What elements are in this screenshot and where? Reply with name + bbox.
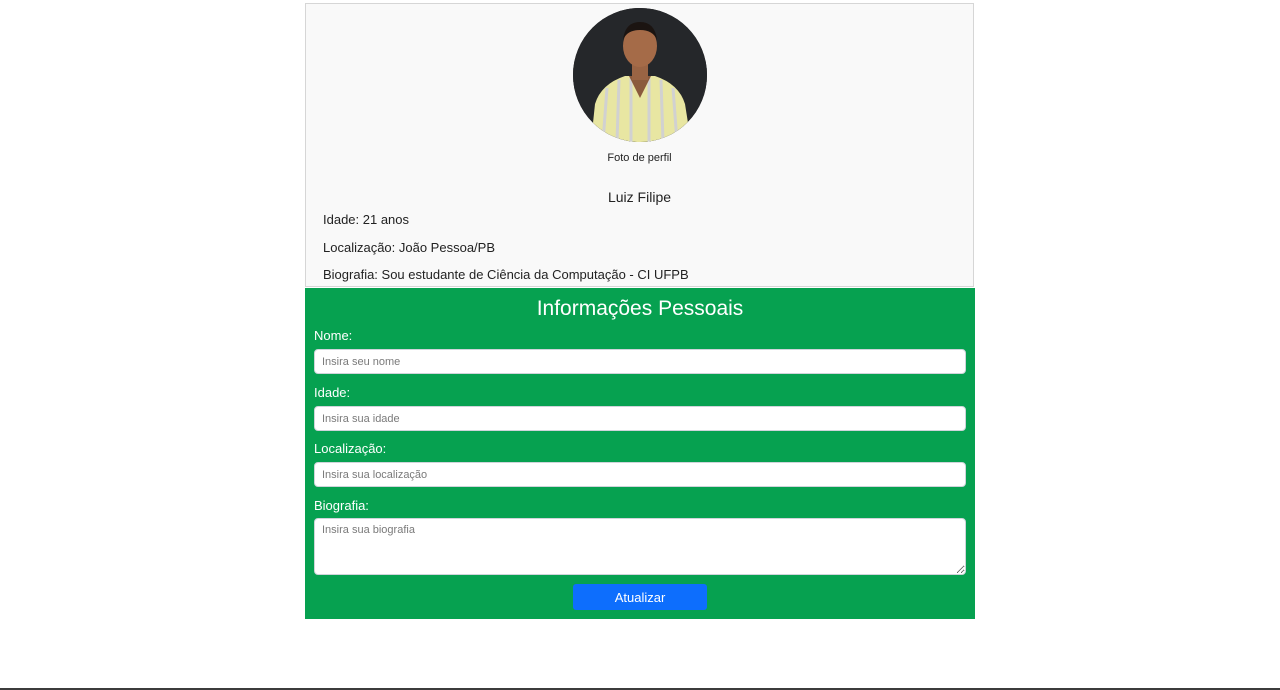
profile-photo [573, 8, 707, 142]
profile-name: Luiz Filipe [607, 189, 672, 205]
location-input[interactable] [314, 462, 966, 487]
profile-age: Idade: 21 anos [323, 212, 410, 227]
bio-label: Biografia: [314, 498, 369, 513]
age-label: Idade: [314, 385, 351, 400]
profile-photo-illustration [573, 8, 707, 142]
profile-bio: Biografia: Sou estudante de Ciência da C… [323, 267, 689, 282]
page: Foto de perfil Luiz Filipe Idade: 21 ano… [0, 0, 1280, 690]
photo-caption: Foto de perfil [607, 152, 672, 164]
form-title: Informações Pessoais [536, 297, 744, 320]
personal-info-form: Informações Pessoais Nome: Idade: Locali… [305, 288, 975, 619]
bio-textarea[interactable] [314, 518, 966, 575]
profile-location: Localização: João Pessoa/PB [323, 240, 495, 255]
name-input[interactable] [314, 349, 966, 374]
update-button[interactable]: Atualizar [573, 584, 707, 610]
profile-card: Foto de perfil Luiz Filipe Idade: 21 ano… [305, 3, 974, 287]
age-input[interactable] [314, 406, 966, 431]
location-label: Localização: [314, 441, 387, 456]
name-label: Nome: [314, 328, 353, 343]
